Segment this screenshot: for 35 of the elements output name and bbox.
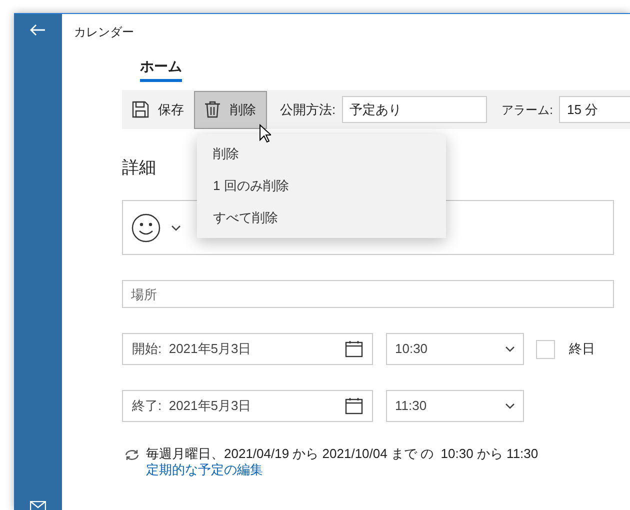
back-arrow-icon[interactable] [30,24,46,36]
delete-button[interactable]: 削除 [194,90,267,128]
chevron-down-icon [171,224,181,230]
visibility-label: 公開方法: [280,100,336,119]
date-field[interactable]: 開始: 2021年5月3日 [122,333,373,365]
date-text: 終了: 2021年5月3日 [132,397,252,416]
smiley-icon[interactable] [131,212,161,242]
alarm-label: アラーム: [502,102,553,118]
recurrence-text: 毎週月曜日、2021/04/19 から 2021/10/04 まで の 10:30 から 11:30 [146,446,538,462]
tab[interactable]: ホーム [140,56,182,82]
chevron-down-icon [505,403,515,409]
menu-item[interactable]: すべて削除 [197,202,446,234]
edit-recurrence-link[interactable]: 定期的な予定の編集 [146,462,263,477]
mail-icon[interactable] [30,501,46,510]
all-day-label: 終日 [569,340,595,358]
location-field[interactable]: 場所 [122,280,614,308]
alarm-dropdown[interactable]: 15 分 [558,96,630,123]
all-day-checkbox[interactable] [536,340,555,358]
save-icon [132,101,149,118]
date-field[interactable]: 終了: 2021年5月3日 [122,390,373,422]
chevron-down-icon [505,346,515,352]
time-dropdown[interactable]: 11:30 [386,390,524,422]
calendar-icon[interactable] [345,340,363,358]
time-dropdown[interactable]: 10:30 [386,333,524,365]
visibility-dropdown[interactable]: 予定あり [342,96,487,123]
trash-icon [205,101,220,118]
menu-item[interactable]: 1 回のみ削除 [197,170,446,202]
repeat-icon [125,449,139,461]
cursor-icon [259,124,271,143]
menu-item[interactable]: 削除 [197,138,446,170]
save-button[interactable]: 保存 [122,91,194,128]
calendar-icon[interactable] [345,397,363,415]
window-title: カレンダー [74,24,135,39]
date-text: 開始: 2021年5月3日 [132,340,252,358]
section-title: 詳細 [122,157,156,179]
